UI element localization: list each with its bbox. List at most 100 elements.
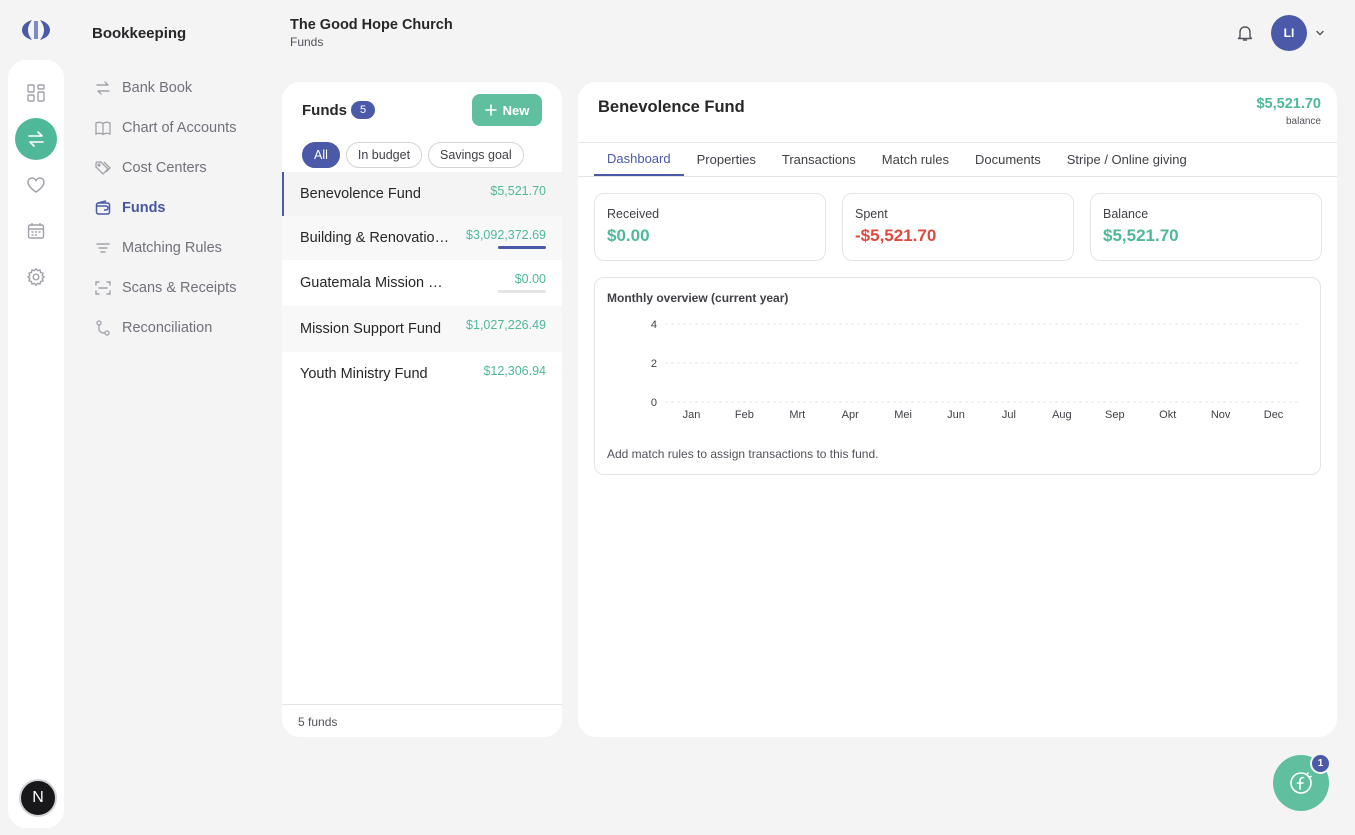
funds-list-footer: 5 funds <box>282 704 562 737</box>
nav-item-label: Chart of Accounts <box>122 120 237 136</box>
fund-progress-fill <box>498 246 546 249</box>
fund-amount: $1,027,226.49 <box>466 318 546 332</box>
workspace-avatar[interactable]: N <box>19 779 57 817</box>
fund-list: Benevolence Fund $5,521.70 Building & Re… <box>282 172 562 396</box>
fund-name: Mission Support Fund <box>300 321 442 337</box>
nav-item-reconciliation[interactable]: Reconciliation <box>94 308 264 348</box>
chevron-down-icon[interactable] <box>1314 27 1326 39</box>
chart-y-tick: 4 <box>651 319 657 331</box>
stat-spent: Spent -$5,521.70 <box>842 193 1074 261</box>
assistant-icon <box>1290 772 1312 794</box>
monthly-overview-card: Monthly overview (current year) 4 2 0 Jan Fe… <box>594 277 1321 475</box>
chart-x-tick: Sep <box>1105 409 1125 421</box>
fund-filters: All In budget Savings goal <box>302 142 524 168</box>
transfer-icon[interactable] <box>15 118 57 160</box>
chart-x-tick: Mrt <box>789 409 805 421</box>
filter-all[interactable]: All <box>302 142 340 168</box>
chart-x-tick: Jul <box>1002 409 1016 421</box>
tab-transactions[interactable]: Transactions <box>769 143 869 176</box>
route-icon <box>96 320 110 336</box>
stat-balance: Balance $5,521.70 <box>1090 193 1322 261</box>
chart-x-tick: Jan <box>683 409 701 421</box>
new-fund-button[interactable]: New <box>472 94 542 126</box>
dashboard-icon[interactable] <box>15 72 57 114</box>
fund-row-youth-ministry[interactable]: Youth Ministry Fund $12,306.94 <box>282 352 562 396</box>
transfer-arrows-icon <box>96 81 110 95</box>
nav-item-label: Matching Rules <box>122 240 222 256</box>
fund-progress-bar <box>498 290 546 293</box>
nav-item-matching-rules[interactable]: Matching Rules <box>94 228 264 268</box>
nav-item-label: Bank Book <box>122 80 193 96</box>
fund-name: Benevolence Fund <box>300 186 421 202</box>
fund-name: Youth Ministry Fund <box>300 366 428 382</box>
bell-icon[interactable] <box>1236 24 1254 42</box>
fund-row-building[interactable]: Building & Renovation Fund $3,092,372.69 <box>282 216 562 260</box>
icon-rail: N <box>8 60 64 828</box>
chart-x-tick: Jun <box>947 409 965 421</box>
chart-x-tick: Okt <box>1159 409 1176 421</box>
nav-item-funds[interactable]: Funds <box>94 188 264 228</box>
nav-item-cost-centers[interactable]: Cost Centers <box>94 148 264 188</box>
nav-item-label: Reconciliation <box>122 320 213 336</box>
funds-list-title: Funds <box>302 102 347 119</box>
stat-label: Balance <box>1103 207 1149 221</box>
tab-stripe-online-giving[interactable]: Stripe / Online giving <box>1054 143 1200 176</box>
chart-x-tick: Feb <box>735 409 754 421</box>
funds-count-badge: 5 <box>351 101 375 119</box>
plus-icon <box>484 104 497 116</box>
stat-value: $0.00 <box>607 226 650 245</box>
fund-amount: $12,306.94 <box>483 364 546 378</box>
nav-item-scans-receipts[interactable]: Scans & Receipts <box>94 268 264 308</box>
assistant-badge: 1 <box>1310 753 1331 774</box>
fund-detail-panel: Benevolence Fund $5,521.70 balance Dashb… <box>578 82 1337 737</box>
monthly-overview-title: Monthly overview (current year) <box>607 291 789 305</box>
settings-icon[interactable] <box>15 256 57 298</box>
tab-dashboard[interactable]: Dashboard <box>594 143 684 176</box>
nav-item-bank-book[interactable]: Bank Book <box>94 68 264 108</box>
monthly-overview-note: Add match rules to assign transactions t… <box>607 447 879 461</box>
fund-name: Guatemala Mission 2025 <box>300 275 450 291</box>
app-logo-icon <box>22 20 50 40</box>
stat-label: Received <box>607 207 660 221</box>
section-title: Bookkeeping <box>92 25 187 42</box>
chart-y-tick: 2 <box>651 358 657 370</box>
chart-x-tick: Apr <box>842 409 859 421</box>
fund-detail-title: Benevolence Fund <box>598 98 745 116</box>
heart-icon[interactable] <box>15 164 57 206</box>
monthly-overview-chart: 4 2 0 Jan Feb Mrt Apr Mei Jun Jul Aug Sep Okt Nov Dec <box>651 319 1300 421</box>
funds-list-panel: Funds 5 New All In budget Savings goal B… <box>282 82 562 737</box>
fund-detail-balance-label: balance <box>1285 116 1321 127</box>
stat-value: -$5,521.70 <box>855 226 937 245</box>
tab-documents[interactable]: Documents <box>962 143 1054 176</box>
fund-row-benevolence[interactable]: Benevolence Fund $5,521.70 <box>282 172 562 216</box>
fund-amount: $0.00 <box>514 272 546 286</box>
filter-icon <box>96 243 110 253</box>
page-title: Funds <box>290 35 324 49</box>
section-nav: Bank Book Chart of Accounts Cost Centers… <box>94 68 264 348</box>
wallet-icon <box>95 200 111 215</box>
fund-row-mission-support[interactable]: Mission Support Fund $1,027,226.49 <box>282 306 562 352</box>
book-icon <box>95 121 111 136</box>
user-avatar[interactable]: LI <box>1271 15 1307 51</box>
fund-stats: Received $0.00 Spent -$5,521.70 Balance … <box>594 193 1322 261</box>
stat-received: Received $0.00 <box>594 193 826 261</box>
tab-match-rules[interactable]: Match rules <box>869 143 962 176</box>
stat-label: Spent <box>855 207 888 221</box>
fund-row-guatemala[interactable]: Guatemala Mission 2025 $0.00 <box>282 260 562 306</box>
nav-item-label: Funds <box>122 200 166 216</box>
scan-icon <box>95 281 111 295</box>
org-name: The Good Hope Church <box>290 17 453 33</box>
chart-y-tick: 0 <box>651 397 657 409</box>
chart-x-tick: Aug <box>1052 409 1072 421</box>
stat-value: $5,521.70 <box>1103 226 1179 245</box>
filter-in-budget[interactable]: In budget <box>345 142 423 168</box>
tab-properties[interactable]: Properties <box>684 143 769 176</box>
new-fund-label: New <box>502 102 530 118</box>
tag-icon <box>95 161 111 175</box>
nav-item-chart-of-accounts[interactable]: Chart of Accounts <box>94 108 264 148</box>
calendar-icon[interactable] <box>15 210 57 252</box>
fund-progress-bar <box>498 246 546 249</box>
fund-amount: $3,092,372.69 <box>466 228 546 242</box>
fund-detail-tabs: Dashboard Properties Transactions Match … <box>578 142 1337 177</box>
filter-savings-goal[interactable]: Savings goal <box>428 142 524 168</box>
